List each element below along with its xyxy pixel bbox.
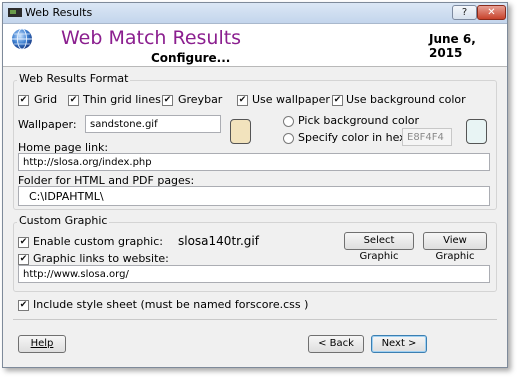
next-button[interactable]: Next > [371, 335, 427, 353]
wallpaper-label: Wallpaper: [18, 118, 77, 131]
use-wallpaper-checkbox[interactable]: ✔ [237, 95, 248, 106]
format-group-label: Web Results Format [17, 72, 131, 85]
date-label: June 6, 2015 [429, 32, 476, 60]
graphic-url-input[interactable]: http://www.slosa.org/ [18, 265, 490, 283]
window-title: Web Results [25, 6, 93, 19]
use-bg-color-checkbox[interactable]: ✔ [332, 95, 343, 106]
use-bg-color-label[interactable]: Use background color [346, 93, 466, 106]
view-graphic-button[interactable]: View Graphic [423, 232, 487, 262]
app-title: Web Match Results [61, 27, 242, 49]
graphic-links-label[interactable]: Graphic links to website: [33, 252, 169, 265]
specify-hex-label[interactable]: Specify color in hex: [298, 131, 409, 144]
globe-icon [12, 28, 32, 50]
enable-graphic-checkbox[interactable]: ✔ [18, 237, 29, 248]
wallpaper-swatch[interactable] [230, 119, 251, 144]
help-button-label: Help [30, 338, 54, 349]
specify-hex-radio[interactable] [283, 133, 294, 144]
thin-grid-label[interactable]: Thin grid lines [83, 93, 161, 106]
header-banner: Web Match Results Configure... June 6, 2… [3, 24, 507, 66]
footer-divider [13, 319, 497, 320]
home-page-input[interactable]: http://slosa.org/index.php [18, 153, 490, 171]
back-button[interactable]: < Back [308, 335, 364, 353]
wallpaper-input[interactable]: sandstone.gif [85, 115, 221, 133]
page-subtitle: Configure... [151, 51, 231, 65]
title-bar[interactable]: Web Results ? ✕ [3, 3, 507, 24]
hex-color-swatch[interactable] [466, 119, 487, 144]
use-wallpaper-label[interactable]: Use wallpaper [252, 93, 330, 106]
grid-label[interactable]: Grid [34, 93, 57, 106]
app-icon [8, 8, 22, 17]
style-sheet-checkbox[interactable]: ✔ [18, 300, 29, 311]
header-divider [3, 66, 507, 67]
dialog-window: Web Results ? ✕ Web Match Results Config… [2, 2, 508, 368]
enable-graphic-label[interactable]: Enable custom graphic: [33, 235, 163, 248]
pick-bg-color-label[interactable]: Pick background color [298, 114, 419, 127]
grid-checkbox[interactable]: ✔ [18, 95, 29, 106]
help-button[interactable]: Help [18, 335, 66, 353]
greybar-checkbox[interactable]: ✔ [162, 95, 173, 106]
folder-input[interactable]: C:\IDPAHTML\ [18, 186, 490, 206]
greybar-label[interactable]: Greybar [178, 93, 222, 106]
graphic-file-name: slosa140tr.gif [178, 234, 259, 248]
style-sheet-label[interactable]: Include style sheet (must be named forsc… [33, 298, 308, 311]
thin-grid-checkbox[interactable]: ✔ [68, 95, 79, 106]
select-graphic-button[interactable]: Select Graphic [344, 232, 414, 262]
help-title-button[interactable]: ? [452, 5, 477, 20]
hex-color-input[interactable]: E8F4F4 [402, 128, 452, 146]
graphic-links-checkbox[interactable]: ✔ [18, 254, 29, 265]
pick-bg-color-radio[interactable] [283, 116, 294, 127]
custom-graphic-group-label: Custom Graphic [17, 214, 110, 227]
close-button[interactable]: ✕ [477, 5, 506, 20]
